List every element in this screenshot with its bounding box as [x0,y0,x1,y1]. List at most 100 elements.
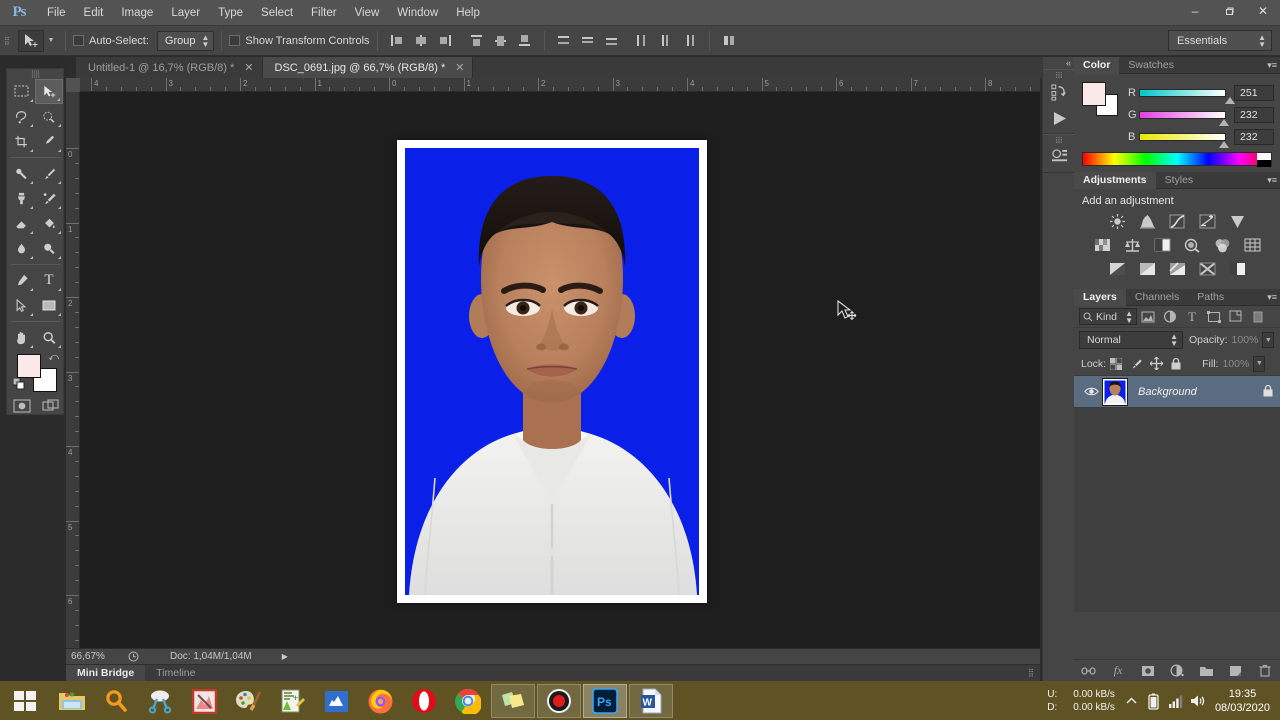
layer-thumbnail[interactable] [1102,377,1128,406]
opera-icon[interactable] [402,682,446,720]
black-white-icon[interactable] [1153,237,1171,253]
channel-value-field[interactable]: 232 [1234,107,1274,123]
quick-mask-icon[interactable] [10,396,34,416]
restore-button[interactable] [1212,0,1246,22]
align-bottom-edges-icon[interactable] [513,30,537,52]
distribute-right-edges-icon[interactable] [678,30,702,52]
screen-mode-icon[interactable] [39,396,63,416]
network-icon[interactable] [1165,682,1187,720]
lock-all-icon[interactable] [1166,355,1186,373]
panel-tab-channels[interactable]: Channels [1126,289,1188,306]
swap-colors-icon[interactable]: ⤺ [48,352,59,363]
menu-select[interactable]: Select [252,0,302,26]
fill-slider-caret[interactable]: ▼ [1253,355,1266,372]
default-colors-icon[interactable] [12,377,25,393]
auto-align-layers-icon[interactable] [717,30,741,52]
tool-pen[interactable] [7,268,35,293]
menu-filter[interactable]: Filter [302,0,346,26]
align-vertical-centers-icon[interactable] [489,30,513,52]
distribute-horizontal-centers-icon[interactable] [654,30,678,52]
new-fill-adjustment-icon[interactable] [1166,662,1188,680]
selective-color-icon[interactable] [1228,261,1246,277]
tool-horizontal-type[interactable]: T [35,268,63,293]
status-clock-icon[interactable] [124,651,142,662]
hue-saturation-icon[interactable] [1093,237,1111,253]
tool-eraser[interactable] [7,211,35,236]
tool-path-selection[interactable] [7,293,35,318]
opacity-slider-caret[interactable]: ▼ [1262,332,1275,348]
bottom-tabs-menu[interactable]: ⣿ [1028,668,1034,677]
scanner-icon[interactable] [314,682,358,720]
battery-icon[interactable] [1143,682,1165,720]
expand-panels-icon[interactable]: « [1043,57,1074,69]
volume-icon[interactable] [1187,682,1209,720]
menu-image[interactable]: Image [112,0,162,26]
color-spectrum-ramp[interactable] [1082,152,1272,167]
tool-brush[interactable] [35,161,63,186]
panel-tab-adjustments[interactable]: Adjustments [1074,171,1156,189]
bottom-tab-timeline[interactable]: Timeline [145,665,206,682]
show-transform-controls-checkbox[interactable] [229,35,241,46]
close-button[interactable]: ✕ [1246,0,1280,22]
notepad-plus-icon[interactable]: ++ [270,682,314,720]
tool-quick-selection[interactable] [35,104,63,129]
channel-slider-thumb[interactable] [1219,119,1230,126]
gradient-map-icon[interactable] [1198,261,1216,277]
adjustments-panel-menu-icon[interactable]: ▾≡ [1267,175,1277,186]
folders-app-icon[interactable] [491,684,535,718]
color-panel-foreground-chip[interactable] [1082,82,1106,106]
lock-transparent-pixels-icon[interactable] [1106,355,1126,373]
image-editor-icon[interactable] [182,682,226,720]
actions-panel-icon[interactable] [1043,105,1075,131]
vertical-ruler[interactable]: 0 1 2 3 4 5 6 [66,92,80,648]
menu-edit[interactable]: Edit [75,0,113,26]
search-icon[interactable] [94,682,138,720]
distribute-vertical-centers-icon[interactable] [576,30,600,52]
firefox-icon[interactable] [358,682,402,720]
workspace-switcher[interactable]: Essentials ▲ ▼ [1168,30,1272,51]
channel-slider-thumb[interactable] [1225,97,1236,104]
options-bar-grip[interactable]: ⣿ [4,31,14,51]
tool-eyedropper[interactable] [35,129,63,154]
tool-hand[interactable] [7,325,35,350]
tool-paint-bucket[interactable] [35,211,63,236]
brightness-contrast-icon[interactable] [1108,213,1126,229]
add-layer-mask-icon[interactable] [1137,662,1159,680]
current-tool-icon[interactable] [18,29,44,52]
photo-filter-icon[interactable] [1183,237,1201,253]
opacity-value[interactable]: 100% [1232,334,1259,346]
tool-preset-caret[interactable]: ▼ [44,37,58,44]
photoshop-icon[interactable]: Ps [583,684,627,718]
layer-style-fx-icon[interactable]: fx [1107,662,1129,680]
document-tab-0[interactable]: Untitled-1 @ 16,7% (RGB/8) * ✕ [76,57,263,78]
tool-spot-healing-brush[interactable] [7,161,35,186]
tool-blur[interactable] [7,236,35,261]
channel-slider[interactable] [1139,89,1236,104]
properties-panel-icon[interactable] [1043,144,1075,170]
status-menu-arrow[interactable]: ▶ [282,652,288,661]
history-panel-icon[interactable] [1043,79,1075,105]
exposure-icon[interactable] [1198,213,1216,229]
layer-name[interactable]: Background [1138,386,1262,398]
lock-image-pixels-icon[interactable] [1126,355,1146,373]
panel-tab-layers[interactable]: Layers [1074,288,1126,306]
channel-slider-thumb[interactable] [1219,141,1230,148]
tool-rectangle[interactable] [35,293,63,318]
panel-tab-color[interactable]: Color [1074,56,1120,74]
tool-move[interactable] [35,79,63,104]
dock-group-grip[interactable]: ⣿⣿ [1043,137,1074,144]
document-tab-1[interactable]: DSC_0691.jpg @ 66,7% (RGB/8) * ✕ [262,57,474,78]
chevron-up-icon[interactable] [1121,682,1143,720]
menu-layer[interactable]: Layer [162,0,209,26]
panel-tab-styles[interactable]: Styles [1156,172,1203,189]
paint-icon[interactable] [226,682,270,720]
foreground-color-swatch[interactable] [17,354,41,378]
color-panel-menu-icon[interactable]: ▾≡ [1267,60,1277,71]
word-icon[interactable]: W [629,684,673,718]
channel-value-field[interactable]: 251 [1234,85,1274,101]
windows-start-button[interactable] [0,682,50,720]
minimize-button[interactable]: – [1178,0,1212,22]
channel-mixer-icon[interactable] [1213,237,1231,253]
tool-crop[interactable] [7,129,35,154]
new-group-icon[interactable] [1195,662,1217,680]
